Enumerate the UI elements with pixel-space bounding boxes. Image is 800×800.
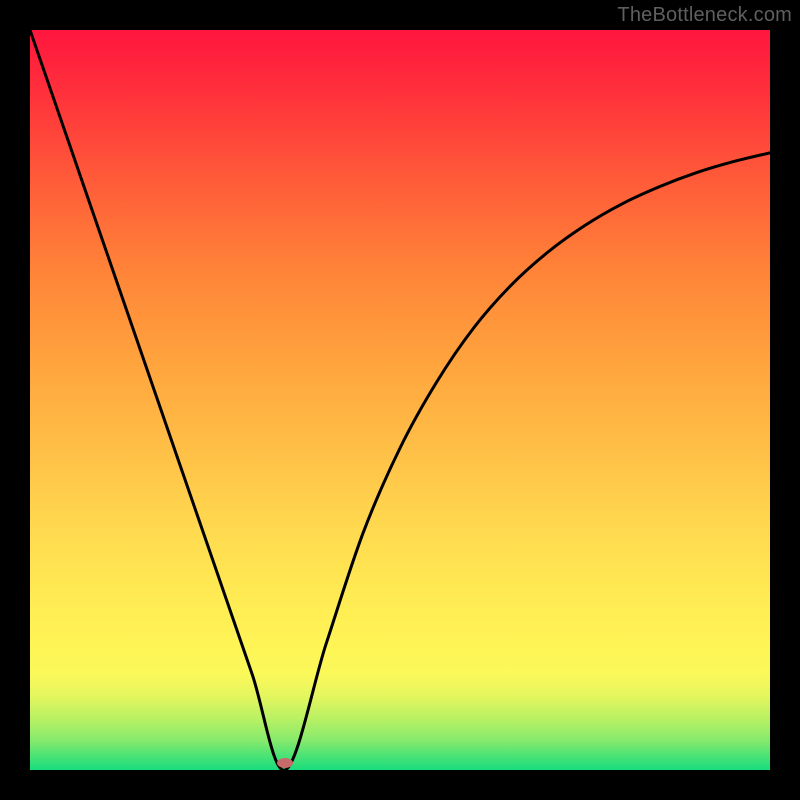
chart-frame	[30, 30, 770, 770]
watermark-text: TheBottleneck.com	[617, 4, 792, 27]
chart-plot-area	[30, 30, 770, 770]
vertex-marker	[277, 758, 293, 768]
bottleneck-curve	[30, 30, 770, 770]
chart-curve-svg	[30, 30, 770, 770]
